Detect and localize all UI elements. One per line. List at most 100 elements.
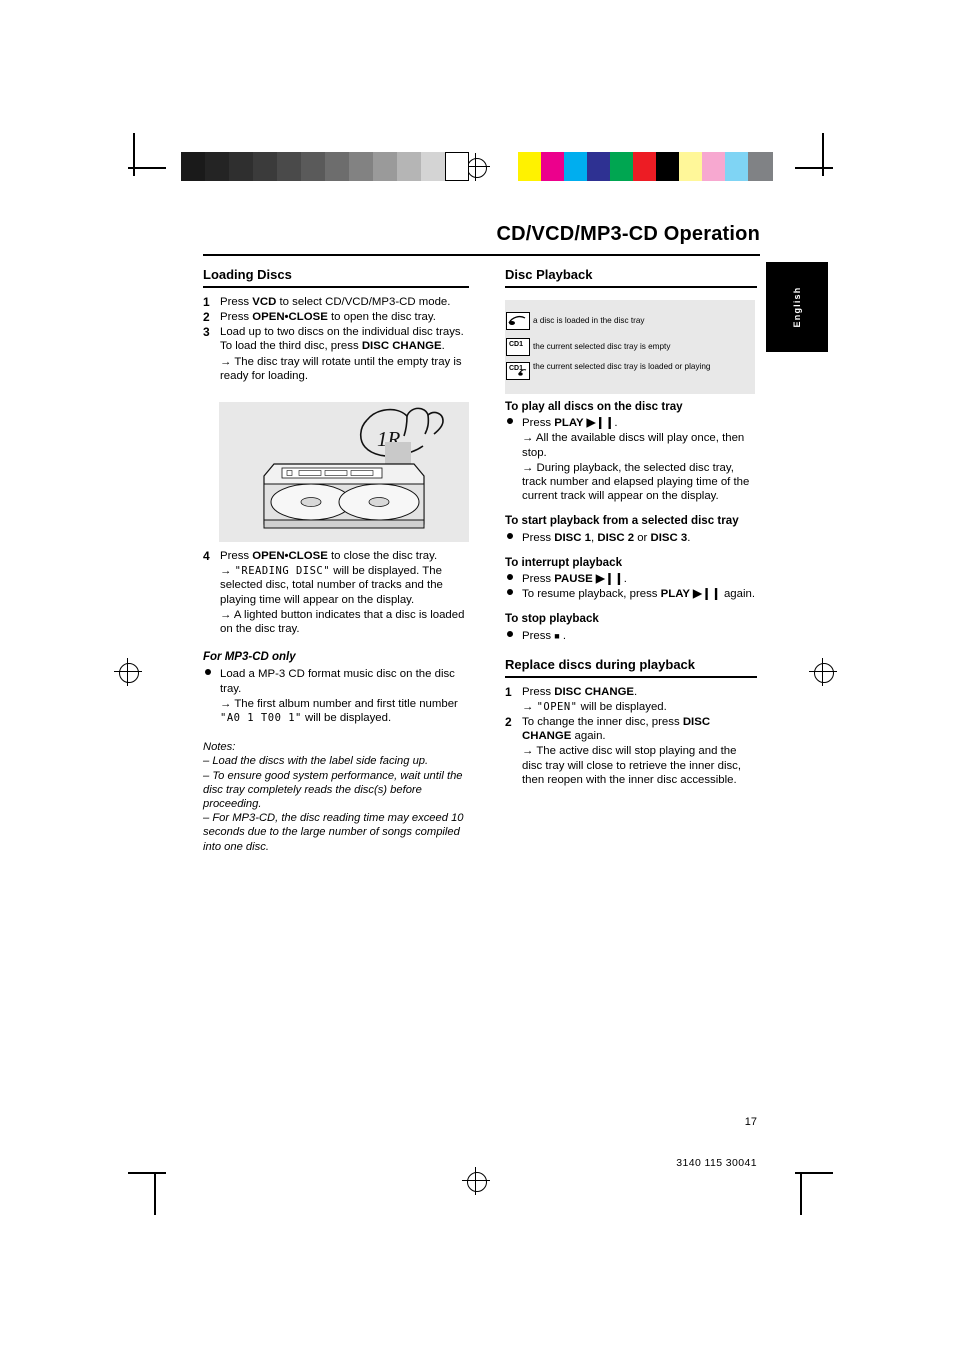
grayscale-swatch — [349, 152, 373, 181]
grayscale-swatch — [277, 152, 301, 181]
step-text: To change the inner disc, press DISC CHA… — [522, 715, 711, 743]
loading-discs-heading: Loading Discs — [203, 267, 292, 282]
bullet-item: Press PLAY ▶❙❙. — [505, 416, 757, 430]
notes-label: Notes: — [203, 741, 236, 754]
bullet-icon — [507, 589, 513, 596]
language-tab-label: English — [792, 286, 802, 328]
numbered-step: 1 Press VCD to select CD/VCD/MP3-CD mode. — [203, 295, 469, 309]
numbered-step: 2 To change the inner disc, press DISC CH… — [505, 715, 757, 743]
step-text: Press VCD to select CD/VCD/MP3-CD mode. — [220, 295, 451, 308]
process-color-swatch — [564, 152, 589, 181]
process-color-swatch — [748, 152, 773, 181]
bullet-item: → The first album number and first title… — [203, 697, 469, 725]
bullet-item: → All the available discs will play once… — [505, 431, 757, 459]
numbered-step: → The active disc will stop playing and … — [505, 744, 757, 787]
bullet-text: → All the available discs will play once… — [522, 432, 745, 459]
grayscale-swatch — [253, 152, 277, 181]
note-item: – Load the discs with the label side fac… — [203, 755, 429, 768]
bullet-icon — [507, 418, 513, 425]
cd1-icon-label: CD1 — [509, 341, 524, 348]
step-number: 2 — [203, 309, 210, 324]
bullet-text: Press PAUSE ▶❙❙. — [522, 573, 627, 586]
bullet-icon — [205, 669, 211, 676]
crop-mark-tr-h — [795, 167, 833, 169]
disc-icon — [506, 312, 530, 330]
cd1-icon: CD1 — [506, 338, 530, 356]
numbered-step: 2 Press OPEN•CLOSE to open the disc tray. — [203, 310, 469, 324]
step-text: → "READING DISC" will be displayed. The … — [220, 565, 443, 606]
registration-cross-right-v — [822, 658, 824, 686]
registration-cross-top-v — [475, 153, 477, 181]
left-column-lower: 4 Press OPEN•CLOSE to close the disc tray… — [203, 549, 469, 854]
grayscale-swatch — [205, 152, 229, 181]
title-divider — [203, 254, 760, 256]
crop-mark-bl-v — [154, 1172, 156, 1215]
disc-status-legend: a disc is loaded in the disc tray CD1 th… — [505, 300, 755, 394]
numbered-step: → The disc tray will rotate until the em… — [203, 355, 469, 383]
process-color-swatch — [610, 152, 635, 181]
left-column: Loading Discs 1 Press VCD to select CD/VC… — [203, 267, 469, 384]
notes-list: – Load the discs with the label side fac… — [203, 754, 469, 853]
bullet-text: → The first album number and first title… — [220, 697, 458, 725]
bullet-icon — [507, 532, 513, 539]
crop-mark-br-v — [800, 1172, 802, 1215]
step-number: 4 — [203, 549, 210, 563]
disc-icon-svg — [508, 316, 526, 325]
registration-mark-left — [119, 663, 139, 683]
play-all-items: Press PLAY ▶❙❙. → All the available discs… — [505, 416, 757, 503]
grayscale-swatch — [373, 152, 397, 181]
grayscale-swatch — [397, 152, 421, 181]
numbered-step: → A lighted button indicates that a disc… — [203, 608, 469, 636]
step-text: → A lighted button indicates that a disc… — [220, 608, 465, 636]
numbered-step: → "READING DISC" will be displayed. The … — [203, 564, 469, 607]
bullet-item: Load a MP-3 CD format music disc on the … — [203, 667, 469, 695]
step-number: 1 — [505, 684, 512, 699]
registration-cross-bottom-v — [475, 1167, 477, 1195]
mp3-only-items: Load a MP-3 CD format music disc on the … — [203, 667, 469, 725]
disc-playback-heading: Disc Playback — [505, 267, 593, 282]
bullet-text: Load a MP-3 CD format music disc on the … — [220, 668, 455, 695]
step-text: Press DISC CHANGE. — [522, 685, 638, 698]
note-item: – To ensure good system performance, wai… — [203, 769, 463, 811]
numbered-step: 3 Load up to two discs on the individual … — [203, 325, 469, 353]
cd1-loaded-icon: CD1 — [506, 362, 530, 380]
numbered-step: 4 Press OPEN•CLOSE to close the disc tray… — [203, 549, 469, 563]
bullet-icon — [507, 574, 513, 581]
registration-mark-bottom — [467, 1172, 487, 1192]
grayscale-swatch — [421, 152, 445, 181]
legend-text-2: the current selected disc tray is empty — [533, 342, 671, 351]
interrupt-items: Press PAUSE ▶❙❙. To resume playback, pres… — [505, 572, 757, 601]
grayscale-swatch — [181, 152, 205, 181]
registration-mark-right — [814, 663, 834, 683]
stop-heading: To stop playback — [505, 612, 599, 626]
grayscale-swatch — [301, 152, 325, 181]
step-4-block: 4 Press OPEN•CLOSE to close the disc tray… — [203, 549, 469, 636]
bullet-item: Press DISC 1, DISC 2 or DISC 3. — [505, 531, 757, 545]
registration-cross-left-v — [127, 658, 129, 686]
process-color-swatch — [656, 152, 681, 181]
right-column: Disc Playback — [505, 267, 757, 295]
process-color-swatch — [587, 152, 612, 181]
process-color-swatch — [518, 152, 543, 181]
process-color-swatch — [541, 152, 566, 181]
page-number: 17 — [744, 1116, 757, 1128]
step-number: 1 — [203, 294, 210, 309]
numbered-step: 1 Press DISC CHANGE. — [505, 685, 757, 699]
crop-mark-tr-v — [822, 133, 824, 176]
step-text: → The disc tray will rotate until the em… — [220, 355, 462, 382]
process-color-swatch — [702, 152, 727, 181]
step-text: → "OPEN" will be displayed. — [522, 700, 667, 713]
process-color-swatch — [679, 152, 704, 181]
legend-text-3: the current selected disc tray is loaded… — [533, 362, 711, 371]
step-number: 3 — [203, 325, 210, 340]
process-color-swatch — [725, 152, 750, 181]
selected-disc-items: Press DISC 1, DISC 2 or DISC 3. — [505, 531, 757, 545]
stop-items: Press ■ . — [505, 629, 757, 643]
disc-tray-illustration-svg: 1R — [263, 407, 444, 529]
step-number: 2 — [505, 714, 512, 729]
note-item: – For MP3-CD, the disc reading time may … — [203, 812, 464, 853]
step-text: Press OPEN•CLOSE to open the disc tray. — [220, 310, 436, 323]
disc-playback-divider — [505, 286, 757, 288]
replace-discs-divider — [505, 676, 757, 678]
right-column-lower: To play all discs on the disc tray Press… — [505, 400, 757, 788]
